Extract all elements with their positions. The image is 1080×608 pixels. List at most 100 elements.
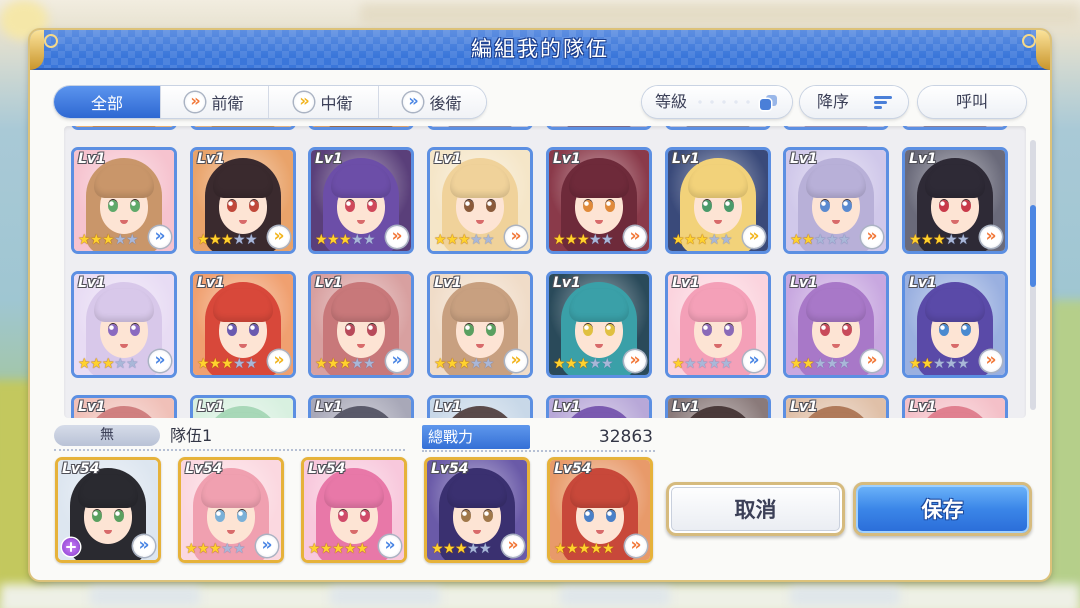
portrait-right-eye: [486, 200, 496, 212]
level-label: Lv1: [315, 151, 343, 167]
character-card[interactable]: Lv1: [546, 271, 652, 378]
sort-key-button[interactable]: 等級: [642, 86, 792, 118]
portrait-bangs: [450, 288, 510, 322]
level-label: Lv1: [909, 399, 937, 415]
character-card[interactable]: [902, 126, 1008, 130]
portrait-bangs: [925, 288, 985, 322]
star-empty-icon: [482, 357, 494, 371]
portrait-left-eye: [820, 324, 830, 336]
character-card[interactable]: [308, 126, 414, 130]
portrait-left-eye: [939, 324, 949, 336]
star-filled-icon: [921, 357, 933, 371]
position-front-icon: [625, 535, 647, 557]
character-card[interactable]: Lv1: [427, 395, 533, 418]
character-card[interactable]: Lv1: [902, 147, 1008, 254]
character-card[interactable]: Lv1: [190, 395, 296, 418]
tab-all[interactable]: 全部: [54, 86, 160, 118]
character-card[interactable]: [427, 126, 533, 130]
portrait-bangs: [450, 164, 510, 198]
star-filled-icon: [344, 542, 356, 556]
character-card[interactable]: Lv1: [308, 271, 414, 378]
star-empty-icon: [233, 542, 245, 556]
star-empty-icon: [696, 357, 708, 371]
tab-label: 前衛: [211, 94, 244, 113]
character-card[interactable]: Lv1: [71, 395, 177, 418]
character-card[interactable]: Lv1: [71, 147, 177, 254]
portrait-left-eye: [583, 324, 593, 336]
character-card[interactable]: Lv1: [783, 395, 889, 418]
star-filled-icon: [327, 357, 339, 371]
character-card[interactable]: Lv1: [546, 395, 652, 418]
character-card[interactable]: Lv1: [902, 395, 1008, 418]
character-card[interactable]: [546, 126, 652, 130]
character-card[interactable]: [190, 126, 296, 130]
portrait-right-eye: [842, 324, 852, 336]
star-empty-icon: [838, 233, 850, 247]
star-empty-icon: [684, 357, 696, 371]
portrait-right-eye: [486, 324, 496, 336]
star-filled-icon: [458, 233, 470, 247]
team-member-card[interactable]: Lv54: [178, 457, 284, 563]
sparkle-decoration: [694, 97, 754, 107]
character-card[interactable]: [71, 126, 177, 130]
star-empty-icon: [589, 233, 601, 247]
star-filled-icon: [909, 233, 921, 247]
gold-curl-ornament: [1022, 34, 1036, 48]
character-card[interactable]: Lv1: [427, 147, 533, 254]
portrait-left-eye: [108, 324, 118, 336]
character-card[interactable]: Lv1: [902, 271, 1008, 378]
call-button[interactable]: 呼叫: [918, 86, 1026, 118]
star-empty-icon: [245, 357, 257, 371]
character-card[interactable]: [783, 126, 889, 130]
character-card[interactable]: Lv1: [665, 395, 771, 418]
character-card[interactable]: Lv1: [783, 147, 889, 254]
level-label: Lv1: [197, 275, 225, 291]
level-label: Lv1: [909, 275, 937, 291]
star-filled-icon: [696, 233, 708, 247]
star-filled-icon: [590, 542, 602, 556]
character-card[interactable]: Lv1: [308, 395, 414, 418]
level-label: Lv54: [308, 461, 346, 477]
character-card[interactable]: Lv1: [308, 147, 414, 254]
gold-corner-ornament: [1036, 30, 1050, 70]
character-card[interactable]: [665, 126, 771, 130]
cancel-button[interactable]: 取消: [666, 482, 845, 536]
team-member-card[interactable]: Lv54: [301, 457, 407, 563]
character-portrait: [549, 126, 649, 127]
save-button[interactable]: 保存: [853, 482, 1032, 536]
character-card[interactable]: Lv1: [190, 147, 296, 254]
character-card[interactable]: Lv1: [427, 271, 533, 378]
tab-front[interactable]: 前衛: [160, 86, 268, 118]
team-group-badge[interactable]: 無: [54, 425, 160, 446]
star-rating: [790, 357, 850, 371]
team-member-card[interactable]: Lv54: [424, 457, 530, 563]
tab-middle[interactable]: 中衛: [268, 86, 378, 118]
star-rating: [554, 542, 614, 556]
character-roster-grid[interactable]: Lv1 Lv1 Lv1 Lv1 Lv1 Lv1 Lv1 Lv1 Lv1 Lv1 Lv1 Lv1 Lv1 L…: [64, 126, 1026, 418]
character-portrait: [430, 126, 530, 127]
star-filled-icon: [566, 542, 578, 556]
level-label: Lv1: [672, 151, 700, 167]
level-label: Lv1: [315, 275, 343, 291]
character-card[interactable]: Lv1: [546, 147, 652, 254]
team-member-card[interactable]: Lv54: [55, 457, 161, 563]
background-menu-tab: [90, 586, 200, 606]
portrait-left-eye: [227, 324, 237, 336]
character-card[interactable]: Lv1: [665, 147, 771, 254]
star-filled-icon: [790, 357, 802, 371]
sort-order-button[interactable]: 降序: [800, 86, 908, 118]
position-middle-icon: [268, 226, 290, 248]
character-card[interactable]: Lv1: [783, 271, 889, 378]
character-card[interactable]: Lv1: [190, 271, 296, 378]
tab-back[interactable]: 後衛: [378, 86, 486, 118]
roster-scrollbar[interactable]: [1030, 140, 1036, 410]
star-filled-icon: [315, 233, 327, 247]
character-card[interactable]: Lv1: [71, 271, 177, 378]
star-filled-icon: [684, 233, 696, 247]
level-label: Lv1: [790, 399, 818, 415]
team-member-card[interactable]: Lv54: [547, 457, 653, 563]
roster-scrollbar-thumb[interactable]: [1030, 205, 1036, 287]
level-label: Lv1: [78, 275, 106, 291]
character-card[interactable]: Lv1: [665, 271, 771, 378]
portrait-right-eye: [130, 200, 140, 212]
